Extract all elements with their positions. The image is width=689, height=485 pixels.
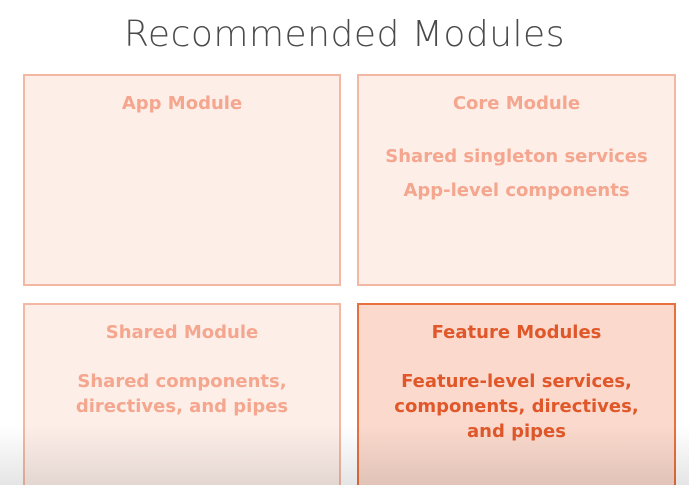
shared-module-card: Shared Module Shared components, directi… (23, 303, 341, 485)
core-module-card: Core Module Shared singleton services Ap… (357, 74, 676, 286)
feature-modules-line: and pipes (467, 421, 566, 442)
feature-modules-heading: Feature Modules (431, 322, 602, 343)
core-module-heading: Core Module (452, 93, 581, 114)
shared-module-description: Shared components, directives, and pipes (25, 369, 339, 419)
core-module-line: App-level components (403, 180, 630, 201)
slide-title: Recommended Modules (124, 14, 565, 55)
app-module-card: App Module (23, 74, 341, 286)
shared-module-line: Shared components, (77, 371, 287, 392)
feature-modules-description: Feature-level services, components, dire… (359, 369, 674, 444)
core-module-description: Shared singleton services App-level comp… (359, 140, 674, 208)
shared-module-line: directives, and pipes (75, 396, 289, 417)
feature-modules-line: components, directives, (394, 396, 639, 417)
feature-modules-line: Feature-level services, (401, 371, 632, 392)
shared-module-heading: Shared Module (105, 322, 259, 343)
core-module-line: Shared singleton services (385, 146, 648, 167)
feature-modules-card: Feature Modules Feature-level services, … (357, 303, 676, 485)
slide: Recommended Modules App Module Core Modu… (0, 0, 689, 485)
app-module-heading: App Module (121, 93, 243, 114)
